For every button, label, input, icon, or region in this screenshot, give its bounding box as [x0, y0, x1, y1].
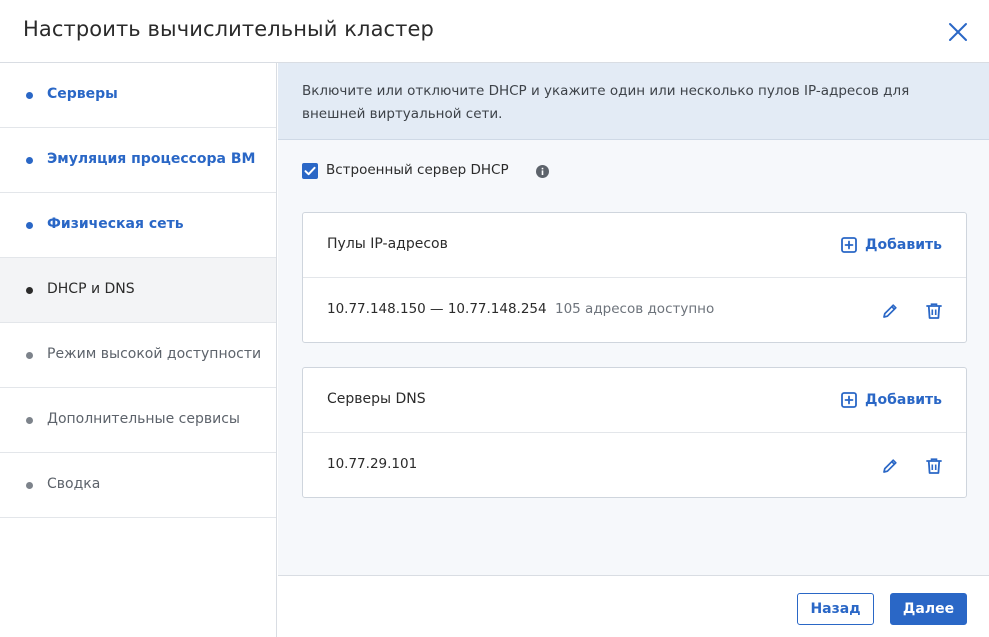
configure-cluster-dialog: Настроить вычислительный кластер Серверы… [0, 0, 989, 637]
pencil-icon [883, 304, 897, 318]
edit-ip-pool-button[interactable] [881, 302, 899, 320]
plus-square-icon [841, 392, 857, 408]
ip-pools-header: Пулы IP-адресов Добавить [303, 213, 966, 278]
step-dot [26, 352, 33, 359]
trash-icon [926, 303, 942, 319]
back-button[interactable]: Назад [797, 593, 874, 625]
dns-servers-header: Серверы DNS Добавить [303, 368, 966, 433]
dns-servers-card: Серверы DNS Добавить 10.77.29.101 [302, 367, 967, 498]
next-button[interactable]: Далее [890, 593, 967, 625]
close-icon [949, 23, 967, 41]
step-dot [26, 417, 33, 424]
step-summary[interactable]: Сводка [0, 453, 276, 518]
checkmark-icon [304, 166, 316, 176]
step-label: DHCP и DNS [47, 281, 135, 297]
dialog-title: Настроить вычислительный кластер [23, 17, 434, 41]
ip-pools-title: Пулы IP-адресов [327, 236, 448, 252]
info-banner: Включите или отключите DHCP и укажите од… [278, 63, 989, 140]
dhcp-label: Встроенный сервер DHCP [326, 162, 509, 178]
delete-ip-pool-button[interactable] [925, 302, 943, 320]
dns-servers-title: Серверы DNS [327, 391, 426, 407]
step-label: Сводка [47, 476, 101, 492]
step-servers[interactable]: Серверы [0, 63, 276, 128]
pencil-icon [883, 459, 897, 473]
plus-square-icon [841, 237, 857, 253]
step-dhcp-dns[interactable]: DHCP и DNS [0, 258, 276, 323]
step-label: Серверы [47, 86, 118, 102]
dialog-footer: Назад Далее [278, 575, 989, 637]
add-label: Добавить [865, 392, 942, 408]
ip-pool-row: 10.77.148.150 — 10.77.148.254 105 адресо… [303, 278, 966, 343]
ip-pool-range: 10.77.148.150 — 10.77.148.254 [327, 301, 547, 317]
step-dot [26, 482, 33, 489]
trash-icon [926, 458, 942, 474]
add-dns-server-button[interactable]: Добавить [841, 390, 942, 410]
step-label: Физическая сеть [47, 216, 184, 232]
step-label: Режим высокой доступности [47, 346, 262, 362]
step-cpu-emulation[interactable]: Эмуляция процессора ВМ [0, 128, 276, 193]
step-high-availability[interactable]: Режим высокой доступности [0, 323, 276, 388]
step-dot [26, 92, 33, 99]
step-content: Включите или отключите DHCP и укажите од… [278, 63, 989, 575]
dialog-header: Настроить вычислительный кластер [0, 0, 989, 63]
step-label: Дополнительные сервисы [47, 411, 240, 427]
step-additional-services[interactable]: Дополнительные сервисы [0, 388, 276, 453]
ip-pools-card: Пулы IP-адресов Добавить 10.77.148.150 —… [302, 212, 967, 343]
step-dot [26, 287, 33, 294]
ip-pool-available: 105 адресов доступно [555, 301, 715, 317]
edit-dns-server-button[interactable] [881, 457, 899, 475]
add-label: Добавить [865, 237, 942, 253]
dhcp-checkbox[interactable] [302, 163, 318, 179]
close-button[interactable] [946, 20, 970, 44]
dns-server-row: 10.77.29.101 [303, 433, 966, 498]
step-dot [26, 222, 33, 229]
step-dot [26, 157, 33, 164]
add-ip-pool-button[interactable]: Добавить [841, 235, 942, 255]
step-label: Эмуляция процессора ВМ [47, 151, 256, 167]
step-physical-network[interactable]: Физическая сеть [0, 193, 276, 258]
wizard-steps: Серверы Эмуляция процессора ВМ Физическа… [0, 63, 277, 637]
dns-server-address: 10.77.29.101 [327, 456, 418, 472]
info-icon[interactable] [536, 165, 549, 178]
delete-dns-server-button[interactable] [925, 457, 943, 475]
